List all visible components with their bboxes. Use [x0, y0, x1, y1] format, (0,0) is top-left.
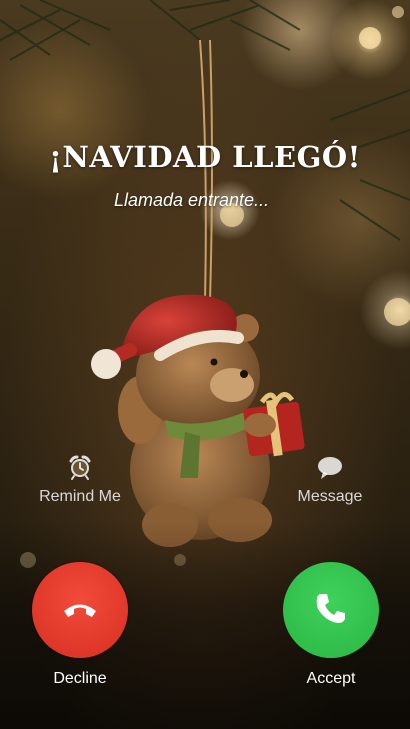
remind-me-button[interactable]: Remind Me: [15, 452, 145, 506]
message-label: Message: [297, 488, 363, 505]
caller-name: ¡NAVIDAD LLEGÓ!: [49, 140, 361, 174]
incoming-call-screen: ¡NAVIDAD LLEGÓ! Llamada entrante... Remi…: [0, 0, 410, 729]
decline-button[interactable]: [32, 562, 128, 658]
accept-label: Accept: [306, 670, 356, 687]
alarm-clock-icon: [65, 452, 95, 482]
phone-icon: [309, 586, 353, 635]
accept-button[interactable]: [283, 562, 379, 658]
message-button[interactable]: Message: [265, 452, 395, 506]
remind-me-label: Remind Me: [39, 488, 121, 505]
decline-label: Decline: [53, 670, 107, 687]
call-status: Llamada entrante...: [113, 190, 270, 210]
phone-hangup-icon: [58, 586, 102, 635]
chat-bubble-icon: [315, 452, 345, 482]
